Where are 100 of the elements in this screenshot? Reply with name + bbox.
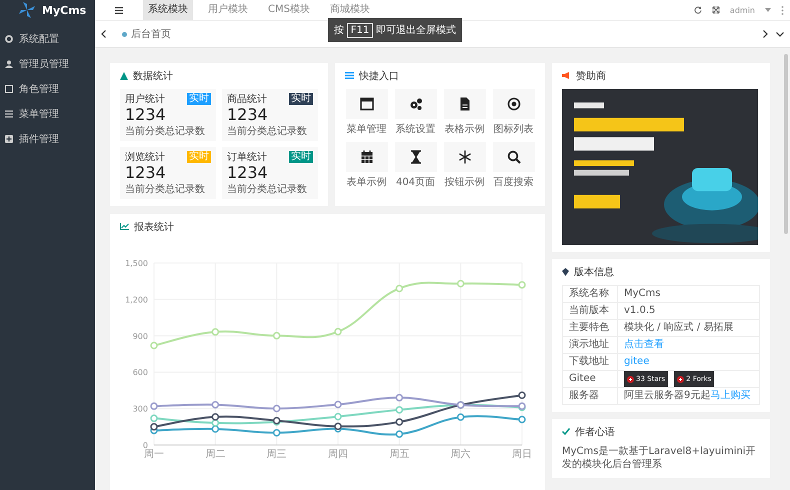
fullscreen-icon[interactable] <box>712 6 720 14</box>
module-tab[interactable]: 商城模块 <box>324 0 375 20</box>
shortcut-tile[interactable] <box>394 142 436 172</box>
shortcut-tile[interactable] <box>492 142 534 172</box>
key-label: F11 <box>346 22 374 38</box>
calendar-icon <box>360 150 374 164</box>
module-tab[interactable]: 系统模块 <box>143 0 193 20</box>
card-title: 作者心语 <box>575 426 615 438</box>
data-point <box>272 404 280 412</box>
table-cell: 主要特色 <box>562 320 618 336</box>
data-point <box>396 418 404 426</box>
document-icon <box>458 97 472 111</box>
stat-label: 商品统计 <box>227 92 267 106</box>
data-point <box>150 342 158 350</box>
data-point <box>396 406 404 414</box>
shortcut-label: 图标列表 <box>494 122 534 136</box>
axis-label: 900 <box>132 332 148 341</box>
stat-note: 当前分类总记录数 <box>227 124 308 138</box>
check-icon <box>562 428 570 435</box>
axis-label: 300 <box>132 404 148 414</box>
shortcut-label: 404页面 <box>396 176 436 189</box>
sidebar-item[interactable]: 插件管理 <box>0 126 95 151</box>
shortcut-label: 表单示例 <box>346 176 386 189</box>
data-point <box>334 412 342 420</box>
stat-label: 订单统计 <box>227 150 267 164</box>
gear-icon <box>5 34 13 42</box>
chevron-right-icon[interactable] <box>763 30 768 38</box>
data-point <box>334 400 342 408</box>
table-cell: v1.0.5 <box>624 305 656 316</box>
table-cell: MyCms <box>624 288 660 299</box>
caret-icon <box>765 8 771 12</box>
data-point <box>456 280 464 288</box>
axis-label: 周一 <box>144 449 164 460</box>
square-icon <box>5 84 13 92</box>
page-tab[interactable]: 后台首页 <box>122 27 171 41</box>
tooltip-text: 即可退出全屏模式 <box>376 24 456 37</box>
module-tab[interactable]: 用户模块 <box>203 0 253 20</box>
table-cell: 下载地址 <box>562 354 618 370</box>
target-icon <box>506 97 520 111</box>
gitee-icon <box>677 376 684 382</box>
author-text: MyCms是一款基于Laravel8+layuimini开发的模块化后台管理系 <box>562 445 757 471</box>
stat-label: 用户统计 <box>125 92 165 106</box>
sidebar-item[interactable]: 角色管理 <box>0 76 95 101</box>
axis-label: 周六 <box>450 449 471 460</box>
scrollbar[interactable] <box>784 54 788 234</box>
sidebar-item[interactable]: 系统配置 <box>0 26 95 51</box>
chevron-down-icon[interactable] <box>776 32 784 36</box>
data-point <box>396 430 404 438</box>
sidebar-item[interactable]: 菜单管理 <box>0 101 95 126</box>
table-cell: 服务器 <box>562 388 618 404</box>
axis-label: 1,200 <box>125 295 148 304</box>
shortcut-tile[interactable] <box>492 89 534 119</box>
stat-value: 1234 <box>227 164 269 182</box>
data-point <box>334 328 342 336</box>
shortcut-tile[interactable] <box>444 89 486 119</box>
shortcut-tile[interactable] <box>346 142 388 172</box>
status-badge: 实时 <box>187 151 211 163</box>
sidebar-item[interactable]: 管理员管理 <box>0 51 95 76</box>
card-title: 报表统计 <box>134 220 174 234</box>
app-logo-text: MyCms <box>42 4 86 16</box>
more-icon[interactable] <box>781 6 784 14</box>
shortcut-tile[interactable] <box>444 142 486 172</box>
shortcut-tile[interactable] <box>394 89 436 119</box>
window-icon <box>360 97 374 111</box>
data-point <box>518 281 526 289</box>
stat-value: 1234 <box>125 106 167 124</box>
status-badge: 实时 <box>289 93 313 105</box>
warning-icon <box>120 72 128 80</box>
refresh-icon[interactable] <box>694 6 702 14</box>
shortcut-label: 表格示例 <box>444 122 484 136</box>
axis-label: 周二 <box>205 449 226 460</box>
table-cell: 当前版本 <box>562 302 618 320</box>
data-point <box>518 392 526 399</box>
stat-value: 1234 <box>125 164 167 182</box>
module-tab[interactable]: CMS模块 <box>263 0 315 20</box>
shortcut-tile[interactable] <box>346 89 388 119</box>
card-title: 版本信息 <box>574 266 614 278</box>
menu-icon[interactable] <box>115 6 123 14</box>
gitee-icon <box>627 376 634 382</box>
data-point <box>456 413 464 421</box>
shortcut-label: 系统设置 <box>396 122 436 136</box>
shortcut-label: 按钮示例 <box>444 176 484 189</box>
list-icon <box>345 72 354 79</box>
table-cell: 阿里云服务器9元起 <box>624 390 710 401</box>
list-icon <box>5 110 13 118</box>
data-point <box>212 328 220 336</box>
chevron-left-icon[interactable] <box>101 30 106 38</box>
axis-label: 周日 <box>512 449 532 460</box>
axis-label: 1,500 <box>125 259 148 268</box>
stat-note: 当前分类总记录数 <box>227 182 308 196</box>
data-point <box>272 429 280 436</box>
hourglass-icon <box>408 150 422 164</box>
card-title: 赞助商 <box>576 70 606 82</box>
axis-label: 0 <box>142 441 148 450</box>
axis-label: 600 <box>132 368 148 378</box>
shortcut-label: 菜单管理 <box>346 122 386 136</box>
data-point <box>396 394 404 402</box>
stat-note: 当前分类总记录数 <box>125 124 206 138</box>
line-chart-icon <box>120 223 129 230</box>
user-icon <box>5 60 13 68</box>
